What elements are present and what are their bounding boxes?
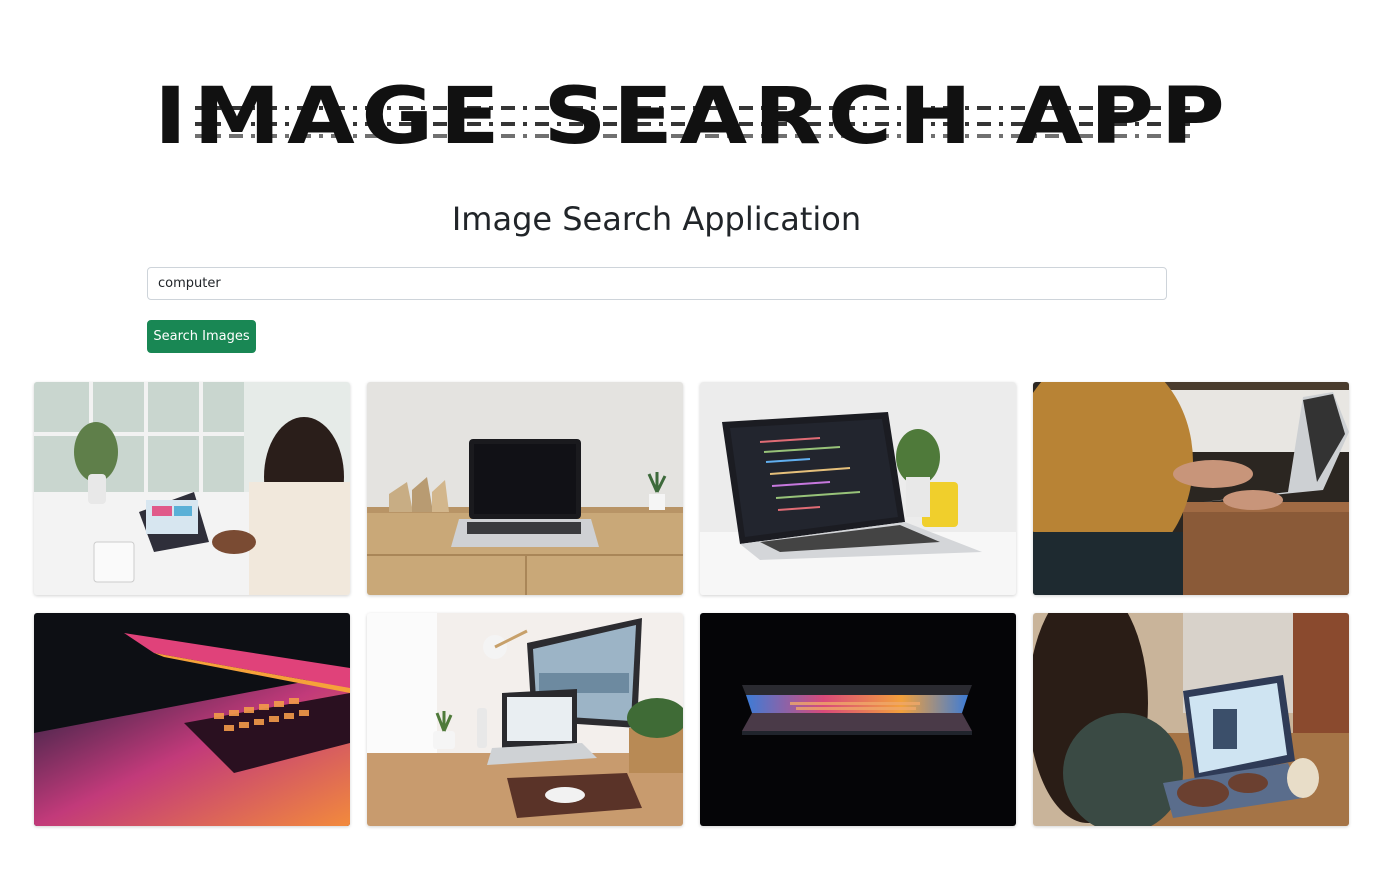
result-image-card[interactable] <box>34 382 350 595</box>
search-images-button[interactable]: Search Images <box>147 320 256 353</box>
result-image-card[interactable] <box>1033 613 1349 826</box>
logo-text: IMAGE SEARCH APP <box>153 72 1232 162</box>
result-image <box>367 613 683 826</box>
result-image-card[interactable] <box>1033 382 1349 595</box>
result-image <box>34 613 350 826</box>
result-image-card[interactable] <box>700 382 1016 595</box>
search-input[interactable] <box>147 267 1167 300</box>
result-image-card[interactable] <box>367 613 683 826</box>
image-results-grid <box>34 382 1350 826</box>
result-image-card[interactable] <box>367 382 683 595</box>
result-image <box>700 613 1016 826</box>
result-image <box>1033 613 1349 826</box>
result-image <box>700 382 1016 595</box>
result-image <box>34 382 350 595</box>
result-image <box>367 382 683 595</box>
app-logo: IMAGE SEARCH APP <box>154 72 1224 162</box>
result-image <box>1033 382 1349 595</box>
result-image-card[interactable] <box>700 613 1016 826</box>
result-image-card[interactable] <box>34 613 350 826</box>
page-title: Image Search Application <box>451 200 862 238</box>
